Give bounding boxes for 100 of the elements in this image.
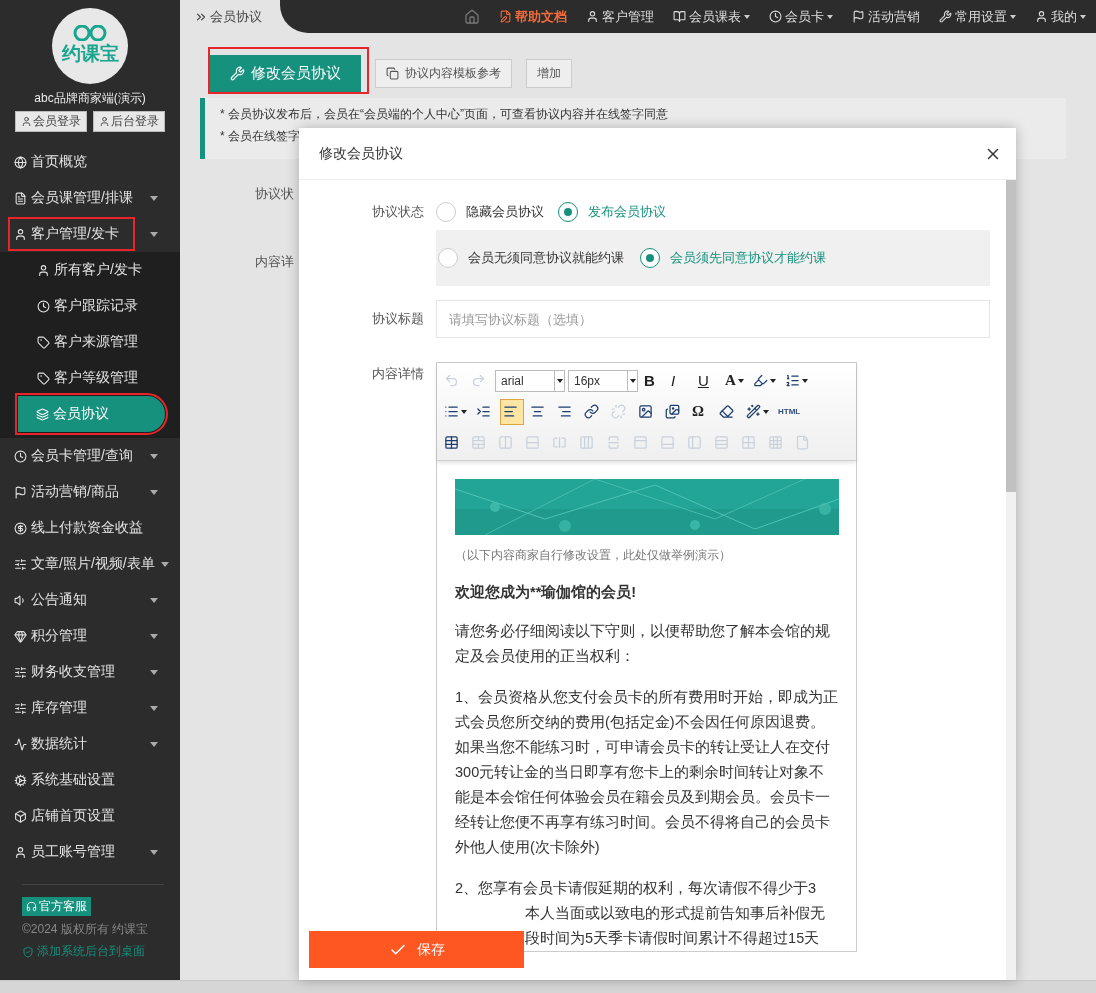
- user-icon: [37, 263, 50, 277]
- caret-icon: [1010, 14, 1016, 19]
- nav-label: 店铺首页设置: [31, 807, 115, 825]
- logo-text: 约课宝: [61, 42, 119, 66]
- caret-icon: [150, 669, 158, 675]
- paragraph-line: 段时间为5天季卡请假时间累计不得超过15天: [524, 929, 821, 948]
- toolbar-button[interactable]: Ω: [689, 398, 713, 425]
- field-label: 内容详情: [371, 365, 425, 383]
- document-pen-icon: [499, 10, 512, 23]
- nav-item[interactable]: 员工账号管理: [0, 834, 180, 870]
- nav-item[interactable]: 财务收支管理: [0, 654, 180, 690]
- top-nav-item[interactable]: 客户管理: [586, 7, 654, 26]
- scrollbar[interactable]: [1006, 180, 1016, 980]
- nav-item[interactable]: 活动营销/商品: [0, 474, 180, 510]
- dropdown-select[interactable]: arial: [495, 369, 565, 392]
- nav-item[interactable]: 数据统计: [0, 726, 180, 762]
- paragraph-line: 2、您享有会员卡请假延期的权利，每次请假不得少于3: [455, 879, 818, 898]
- radio-option[interactable]: 会员无须同意协议就能约课: [438, 248, 624, 268]
- tag-icon: [37, 335, 50, 349]
- note-text: * 会员在线签字: [220, 128, 301, 145]
- top-nav-item[interactable]: 活动营销: [852, 7, 920, 26]
- nav-subitem[interactable]: 会员协议: [18, 396, 165, 432]
- paragraph: 1、会员资格从您支付会员卡的所有费用时开始，即成为正式会员您所交纳的费用(包括定金)不会因任何原因退费。如果当您不能练习时，可申请会员卡的转让受让人在交付300元转让金的当日即享有您卡上的剩余时间转让对象不能是本会馆任何体验会员在籍会员及到期会员。会员卡一经转让您便不再享有练习时间。会员不得将自己的会员卡外他人使用(次卡除外): [455, 688, 839, 857]
- flag-icon: [852, 10, 865, 23]
- wand-icon: [746, 404, 761, 419]
- radio-option[interactable]: 隐藏会员协议: [436, 202, 544, 222]
- columns-icon: [498, 435, 513, 450]
- panel-icon: [687, 435, 702, 450]
- columns-icon: [579, 435, 594, 450]
- nav-item[interactable]: 公告通知: [0, 582, 180, 618]
- login-button[interactable]: 后台登录: [93, 111, 165, 132]
- caret-icon: [744, 14, 750, 19]
- field-label: 协议状态: [371, 203, 425, 221]
- nav-item[interactable]: 库存管理: [0, 690, 180, 726]
- horizontal-scrollbar[interactable]: [0, 980, 1096, 993]
- title-input[interactable]: 请填写协议标题（选填）: [436, 300, 990, 338]
- sliders-icon: [14, 701, 27, 715]
- nav-item[interactable]: 会员卡管理/查询: [0, 438, 180, 474]
- nav-label: 系统基础设置: [31, 771, 115, 789]
- radio-option[interactable]: 会员须先同意协议才能约课: [640, 248, 826, 268]
- bullet-list-icon: [444, 404, 459, 419]
- form-label: 内容详: [255, 253, 294, 271]
- login-button[interactable]: 会员登录: [15, 111, 87, 132]
- nav-item[interactable]: 积分管理: [0, 618, 180, 654]
- wrench-icon: [230, 66, 245, 81]
- user-icon: [1035, 10, 1048, 23]
- caret-icon: [150, 633, 158, 639]
- toolbar-button[interactable]: B: [641, 367, 665, 394]
- caret-icon: [150, 231, 158, 237]
- action-button[interactable]: 修改会员协议: [210, 55, 361, 92]
- action-button[interactable]: 协议内容模板参考: [375, 59, 512, 88]
- action-button[interactable]: 增加: [526, 59, 572, 88]
- currency-icon: [14, 521, 27, 535]
- nav-label: 首页概览: [31, 153, 87, 171]
- dropdown-select[interactable]: 16px: [568, 369, 638, 392]
- merge-cells-icon: [471, 435, 486, 450]
- nav-subitem[interactable]: 客户跟踪记录: [0, 288, 180, 324]
- glasses-icon: [73, 25, 107, 41]
- nav-item[interactable]: 店铺首页设置: [0, 798, 180, 834]
- align-left-icon: [503, 404, 518, 419]
- nav-item[interactable]: 线上付款资金收益: [0, 510, 180, 546]
- caret-icon: [827, 14, 833, 19]
- paragraph: 请您务必仔细阅读以下守则，以便帮助您了解本会馆的规定及会员使用的正当权利：: [455, 622, 831, 666]
- gem-icon: [14, 629, 27, 643]
- user-icon: [21, 116, 32, 127]
- panel-icon: [660, 435, 675, 450]
- nav-subitem[interactable]: 所有客户/发卡: [0, 252, 180, 288]
- radio-option[interactable]: 发布会员协议: [558, 202, 666, 222]
- toolbar-button[interactable]: HTML: [775, 398, 804, 425]
- nav-subitem[interactable]: 客户等级管理: [0, 360, 180, 396]
- nav-subitem[interactable]: 客户来源管理: [0, 324, 180, 360]
- service-badge[interactable]: 官方客服: [22, 897, 91, 916]
- caret-icon: [737, 378, 744, 383]
- nav-item[interactable]: 会员课管理/排课: [0, 180, 180, 216]
- caption-text: （以下内容商家自行修改设置，此处仅做举例演示）: [455, 547, 732, 564]
- nav-item[interactable]: 系统基础设置: [0, 762, 180, 798]
- toolbar-button[interactable]: I: [668, 367, 692, 394]
- top-nav-item[interactable]: 会员卡: [769, 7, 833, 26]
- breadcrumb: 会员协议: [210, 7, 262, 26]
- book-icon: [673, 10, 686, 23]
- grid-icon: [741, 435, 756, 450]
- top-nav-item[interactable]: 会员课表: [673, 7, 750, 26]
- dialog-title: 修改会员协议: [319, 144, 403, 163]
- toolbar-button[interactable]: [500, 398, 524, 425]
- nav-item[interactable]: 首页概览: [0, 144, 180, 180]
- home-icon[interactable]: [464, 8, 480, 25]
- nav-label: 线上付款资金收益: [31, 519, 143, 537]
- desktop-link[interactable]: 添加系统后台到桌面: [22, 943, 164, 960]
- globe-icon: [14, 155, 27, 169]
- speaker-icon: [14, 593, 27, 607]
- rows-icon: [714, 435, 729, 450]
- top-nav-item[interactable]: 我的: [1035, 7, 1086, 26]
- caret-icon: [150, 849, 158, 855]
- top-nav-item[interactable]: 帮助文档: [499, 7, 567, 26]
- top-nav-item[interactable]: 常用设置: [939, 7, 1016, 26]
- toolbar-button[interactable]: U: [695, 367, 719, 394]
- eraser-icon: [719, 404, 734, 419]
- nav-item[interactable]: 文章/照片/视频/表单: [0, 546, 180, 582]
- toolbar-button[interactable]: A: [722, 367, 747, 394]
- align-center-icon: [530, 404, 545, 419]
